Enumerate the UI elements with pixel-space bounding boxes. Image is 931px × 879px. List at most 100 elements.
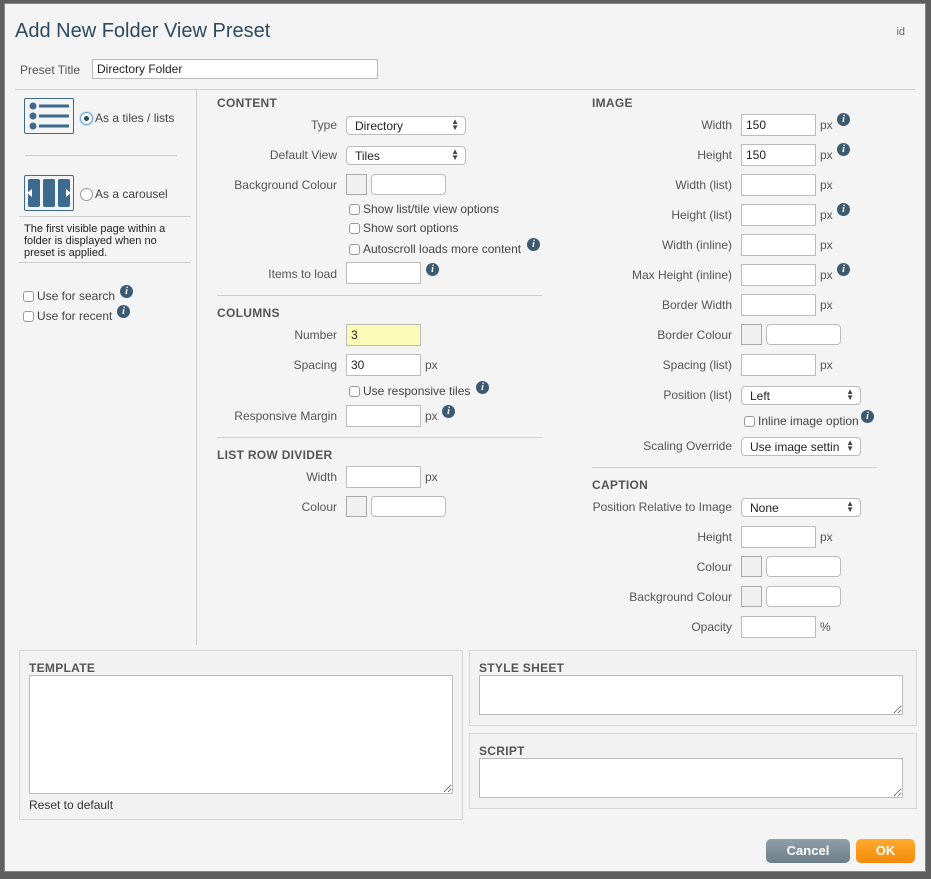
- use-for-search-label: Use for search: [37, 289, 116, 303]
- image-heading: IMAGE: [592, 96, 633, 110]
- spacing-list-input[interactable]: [741, 354, 816, 376]
- border-width-input[interactable]: [741, 294, 816, 316]
- divider-width-input[interactable]: [346, 466, 421, 488]
- info-icon[interactable]: i: [476, 381, 489, 394]
- stylesheet-panel: STYLE SHEET: [469, 650, 917, 726]
- scaling-override-label: Scaling Override: [643, 439, 732, 453]
- px-unit: px: [425, 409, 438, 423]
- reset-to-default-link[interactable]: Reset to default: [29, 798, 113, 812]
- px-unit: px: [820, 148, 833, 162]
- columns-heading: COLUMNS: [217, 306, 280, 320]
- sidebar-divider: [196, 90, 197, 645]
- responsive-tiles-label: Use responsive tiles: [363, 384, 471, 398]
- divider-colour-swatch[interactable]: [346, 496, 367, 517]
- info-icon[interactable]: i: [527, 238, 540, 251]
- template-textarea[interactable]: [29, 675, 453, 794]
- sidebar-separator: [25, 155, 177, 156]
- default-view-label: Default View: [269, 148, 337, 162]
- caption-bg-colour-input[interactable]: [766, 586, 841, 607]
- tiles-lists-label: As a tiles / lists: [95, 111, 175, 125]
- spacing-list-label: Spacing (list): [662, 358, 732, 372]
- background-colour-input[interactable]: [371, 174, 446, 195]
- image-height-input[interactable]: [741, 144, 816, 166]
- caption-colour-swatch[interactable]: [741, 556, 762, 577]
- position-list-label: Position (list): [663, 388, 732, 402]
- info-icon[interactable]: i: [861, 410, 874, 423]
- use-for-search-checkbox[interactable]: [23, 291, 34, 302]
- autoscroll-label: Autoscroll loads more content: [363, 242, 522, 256]
- use-for-recent-checkbox[interactable]: [23, 311, 34, 322]
- caption-position-select[interactable]: None ▲ ▼: [741, 498, 861, 517]
- carousel-layout-icon[interactable]: [24, 175, 74, 211]
- type-select[interactable]: Directory ▲ ▼: [346, 116, 466, 135]
- list-layout-icon[interactable]: [24, 98, 74, 134]
- info-icon[interactable]: i: [837, 263, 850, 276]
- info-icon[interactable]: i: [120, 285, 133, 298]
- px-unit: px: [820, 208, 833, 222]
- opacity-input[interactable]: [741, 616, 816, 638]
- image-width-input[interactable]: [741, 114, 816, 136]
- spacing-input[interactable]: [346, 354, 421, 376]
- inline-image-option-checkbox[interactable]: [744, 416, 755, 427]
- info-icon[interactable]: i: [426, 263, 439, 276]
- number-input[interactable]: [346, 324, 421, 346]
- position-list-select[interactable]: Left ▲ ▼: [741, 386, 861, 405]
- px-unit: px: [820, 178, 833, 192]
- info-icon[interactable]: i: [442, 405, 455, 418]
- background-colour-label: Background Colour: [234, 178, 337, 192]
- responsive-tiles-checkbox[interactable]: [349, 386, 360, 397]
- px-unit: px: [820, 238, 833, 252]
- select-arrows-icon: ▲ ▼: [846, 387, 854, 402]
- ok-button[interactable]: OK: [856, 839, 915, 863]
- border-colour-swatch[interactable]: [741, 324, 762, 345]
- id-label: id: [896, 26, 905, 38]
- caption-bg-colour-swatch[interactable]: [741, 586, 762, 607]
- autoscroll-checkbox[interactable]: [349, 244, 360, 255]
- stylesheet-textarea[interactable]: [479, 675, 903, 715]
- px-unit: px: [820, 268, 833, 282]
- px-unit: px: [820, 298, 833, 312]
- scaling-override-select[interactable]: Use image settin ▲ ▼: [741, 437, 861, 456]
- border-colour-input[interactable]: [766, 324, 841, 345]
- max-height-inline-input[interactable]: [741, 264, 816, 286]
- dialog-title: Add New Folder View Preset: [15, 20, 271, 42]
- info-icon[interactable]: i: [837, 143, 850, 156]
- default-view-select-value: Tiles: [355, 149, 380, 163]
- info-icon[interactable]: i: [837, 113, 850, 126]
- info-icon[interactable]: i: [117, 305, 130, 318]
- px-unit: px: [425, 358, 438, 372]
- spacing-label: Spacing: [293, 358, 337, 372]
- cancel-button[interactable]: Cancel: [766, 839, 850, 863]
- background-colour-swatch[interactable]: [346, 174, 367, 195]
- carousel-radio[interactable]: [80, 188, 93, 201]
- height-list-input[interactable]: [741, 204, 816, 226]
- sidebar-separator: [19, 262, 191, 263]
- border-colour-label: Border Colour: [657, 328, 732, 342]
- width-inline-label: Width (inline): [661, 238, 732, 252]
- type-label: Type: [310, 118, 337, 132]
- caption-height-input[interactable]: [741, 526, 816, 548]
- layout-note: The first visible page within a folder i…: [24, 223, 166, 259]
- script-textarea[interactable]: [479, 758, 903, 798]
- caption-position-label: Position Relative to Image: [592, 500, 732, 514]
- show-list-tile-checkbox[interactable]: [349, 204, 360, 215]
- width-inline-input[interactable]: [741, 234, 816, 256]
- info-icon[interactable]: i: [837, 203, 850, 216]
- items-to-load-input[interactable]: [346, 262, 421, 284]
- caption-colour-input[interactable]: [766, 556, 841, 577]
- tiles-lists-radio[interactable]: [80, 112, 93, 125]
- responsive-margin-input[interactable]: [346, 405, 421, 427]
- sidebar-separator: [19, 216, 191, 217]
- divider-colour-input[interactable]: [371, 496, 446, 517]
- items-to-load-label: Items to load: [268, 267, 337, 281]
- show-sort-checkbox[interactable]: [349, 223, 360, 234]
- select-arrows-icon: ▲ ▼: [846, 438, 854, 453]
- use-for-recent-label: Use for recent: [37, 309, 113, 323]
- width-list-input[interactable]: [741, 174, 816, 196]
- default-view-select[interactable]: Tiles ▲ ▼: [346, 146, 466, 165]
- select-arrows-icon: ▲ ▼: [451, 147, 459, 162]
- preset-title-input[interactable]: [92, 59, 378, 79]
- image-height-label: Height: [697, 148, 732, 162]
- script-panel: SCRIPT: [469, 733, 917, 809]
- list-row-divider-heading: LIST ROW DIVIDER: [217, 448, 333, 462]
